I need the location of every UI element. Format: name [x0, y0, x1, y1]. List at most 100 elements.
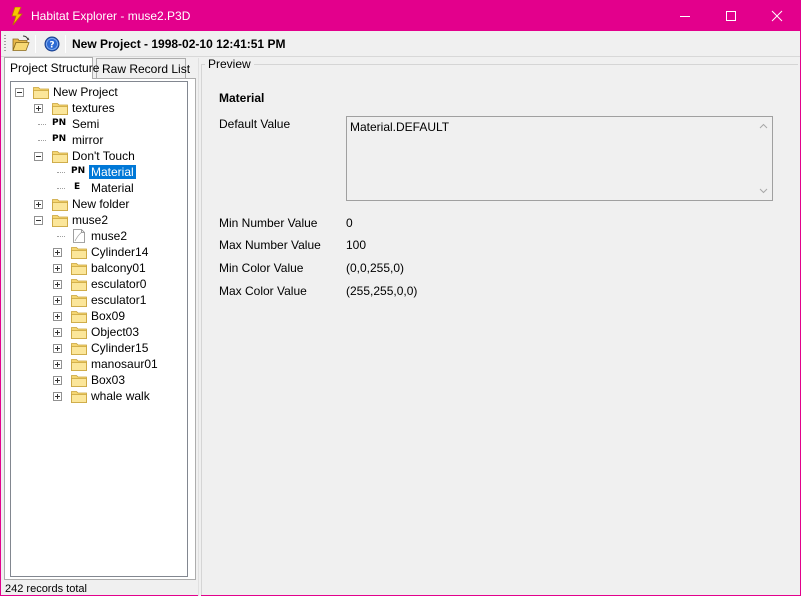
min-color-value: (0,0,255,0) — [346, 261, 405, 275]
collapse-icon[interactable] — [15, 88, 24, 97]
tree-node-label: New folder — [72, 197, 130, 211]
tree-node-label: Box09 — [91, 309, 126, 323]
tab-label: Project Structure — [10, 61, 100, 75]
close-icon — [771, 10, 783, 22]
tree-node-label: Object03 — [91, 325, 140, 339]
tree-node-label: muse2 — [91, 229, 128, 243]
scroll-up-icon — [759, 123, 768, 129]
pn-record-icon: PN — [52, 134, 67, 144]
tab-project-structure[interactable]: Project Structure — [4, 57, 99, 79]
textbox-scrollbar[interactable] — [755, 117, 772, 200]
status-text: 242 records total — [5, 583, 87, 595]
folder-icon — [71, 341, 87, 355]
collapse-icon[interactable] — [34, 216, 43, 225]
tab-raw-record-list[interactable]: Raw Record List — [96, 58, 190, 78]
section-title: Material — [219, 91, 265, 105]
expand-icon[interactable] — [53, 376, 62, 385]
max-color-label: Max Color Value — [219, 284, 307, 298]
tree-node[interactable]: balcony01 — [11, 260, 187, 276]
expand-icon[interactable] — [53, 392, 62, 401]
expand-icon[interactable] — [53, 312, 62, 321]
tree-node-label: Material — [89, 165, 136, 179]
tree-node-label: New Project — [53, 85, 118, 99]
folder-icon — [71, 245, 87, 259]
tree-node-label: Cylinder14 — [91, 245, 149, 259]
folder-icon — [52, 149, 68, 163]
tree-connector — [38, 140, 46, 141]
tree-node[interactable]: esculator1 — [11, 292, 187, 308]
tab-label: Raw Record List — [102, 62, 191, 76]
folder-icon — [71, 309, 87, 323]
tree-node-label: muse2 — [72, 213, 109, 227]
expand-icon[interactable] — [53, 264, 62, 273]
tree-node[interactable]: Object03 — [11, 324, 187, 340]
tree-node[interactable]: muse2 — [11, 228, 187, 244]
tree-node-label: esculator0 — [91, 277, 147, 291]
minimize-button[interactable] — [662, 1, 708, 31]
maximize-button[interactable] — [708, 1, 754, 31]
tree-node[interactable]: Cylinder14 — [11, 244, 187, 260]
tree-node[interactable]: New folder — [11, 196, 187, 212]
tree-node[interactable]: muse2 — [11, 212, 187, 228]
tree-node[interactable]: Box09 — [11, 308, 187, 324]
scroll-down-icon — [759, 188, 768, 194]
tree-node[interactable]: PN Material — [11, 164, 187, 180]
folder-icon — [71, 293, 87, 307]
tree-node[interactable]: whale walk — [11, 388, 187, 404]
max-number-label: Max Number Value — [219, 238, 321, 252]
app-window: Habitat Explorer - muse2.P3D ? New Proje… — [0, 0, 801, 596]
min-number-value: 0 — [346, 216, 353, 230]
preview-group-title: Preview — [205, 57, 254, 71]
tree-node[interactable]: textures — [11, 100, 187, 116]
expand-icon[interactable] — [53, 360, 62, 369]
expand-icon[interactable] — [53, 296, 62, 305]
project-tree[interactable]: New Project textures PN Semi PN mirror Don't T… — [10, 81, 188, 577]
expand-icon[interactable] — [53, 280, 62, 289]
expand-icon[interactable] — [53, 344, 62, 353]
tree-node-label: Cylinder15 — [91, 341, 149, 355]
toolbar-grip[interactable] — [4, 35, 6, 53]
folder-open-icon — [12, 35, 30, 51]
tree-node[interactable]: Cylinder15 — [11, 340, 187, 356]
folder-icon — [71, 325, 87, 339]
open-button[interactable] — [10, 33, 32, 55]
expand-icon[interactable] — [53, 328, 62, 337]
tree-node-label: manosaur01 — [91, 357, 158, 371]
minimize-icon — [680, 16, 690, 17]
toolbar: ? New Project - 1998-02-10 12:41:51 PM — [1, 31, 800, 57]
folder-icon — [52, 213, 68, 227]
expand-icon[interactable] — [34, 104, 43, 113]
collapse-icon[interactable] — [34, 152, 43, 161]
tree-node[interactable]: esculator0 — [11, 276, 187, 292]
folder-icon — [52, 197, 68, 211]
tree-node[interactable]: PN Semi — [11, 116, 187, 132]
tree-node[interactable]: E Material — [11, 180, 187, 196]
lightning-icon — [11, 7, 23, 25]
default-value-textbox[interactable]: Material.DEFAULT — [346, 116, 773, 201]
pn-record-icon: PN — [52, 118, 67, 128]
tree-node-label: mirror — [72, 133, 104, 147]
close-button[interactable] — [754, 1, 800, 31]
title-bar[interactable]: Habitat Explorer - muse2.P3D — [1, 1, 800, 31]
tree-node[interactable]: Box03 — [11, 372, 187, 388]
max-number-value: 100 — [346, 238, 367, 252]
maximize-icon — [726, 11, 736, 21]
min-number-label: Min Number Value — [219, 216, 318, 230]
tree-node[interactable]: New Project — [11, 84, 187, 100]
svg-text:?: ? — [49, 41, 54, 51]
tree-node[interactable]: manosaur01 — [11, 356, 187, 372]
tree-node[interactable]: Don't Touch — [11, 148, 187, 164]
help-button[interactable]: ? — [41, 33, 63, 55]
expand-icon[interactable] — [34, 200, 43, 209]
project-title: New Project - 1998-02-10 12:41:51 PM — [72, 37, 286, 51]
toolbar-separator — [65, 35, 66, 53]
tree-node-label: balcony01 — [91, 261, 146, 275]
expand-icon[interactable] — [53, 248, 62, 257]
folder-icon — [71, 373, 87, 387]
tree-connector — [38, 124, 46, 125]
tree-node[interactable]: PN mirror — [11, 132, 187, 148]
folder-icon — [33, 85, 49, 99]
tree-connector — [57, 172, 65, 173]
default-value-label: Default Value — [219, 117, 291, 131]
tree-node-label: textures — [72, 101, 115, 115]
